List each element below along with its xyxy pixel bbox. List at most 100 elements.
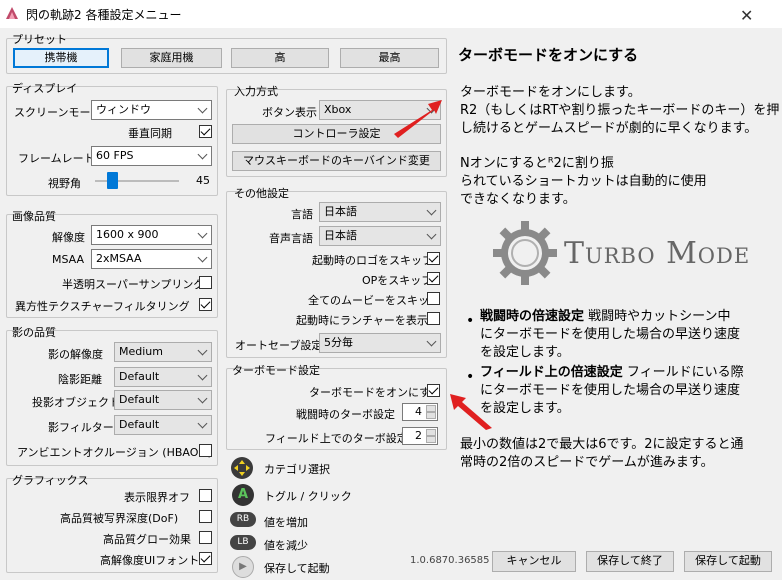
help-p2-line1: Nオンにするとᴿ2に割り振 <box>460 156 614 171</box>
help-heading-wrap: ターボモードをオンにする <box>458 44 638 65</box>
supersampling-checkbox[interactable] <box>199 276 212 289</box>
chevron-down-icon <box>197 228 208 239</box>
help-paragraph-3: 最小の数値は2で最大は6です。2に設定すると通 常時の2倍のスピードでゲームが進… <box>460 436 744 472</box>
save-launch-button[interactable]: 保存して起動 <box>684 551 772 572</box>
version-text: 1.0.6870.36585 <box>410 555 490 566</box>
draw-distance-checkbox[interactable] <box>199 489 212 502</box>
help-heading: ターボモードをオンにする <box>458 46 639 64</box>
screen-mode-select[interactable]: ウィンドウ <box>91 100 212 120</box>
dpad-arrows-icon <box>234 460 250 476</box>
resolution-select[interactable]: 1600 x 900 <box>91 225 212 245</box>
fov-label: 視野角 <box>48 177 81 190</box>
other-title: その他設定 <box>234 187 289 200</box>
keybind-button[interactable]: マウスキーボードのキーバインド変更 <box>232 151 441 171</box>
preset-handheld-button[interactable]: 携帯機 <box>13 48 109 68</box>
image-quality-title: 画像品質 <box>12 210 56 223</box>
voice-language-label: 音声言語 <box>269 232 313 245</box>
fov-slider-thumb[interactable] <box>107 172 118 189</box>
start-button-icon: ▶ <box>232 556 254 578</box>
vsync-checkbox[interactable] <box>199 125 212 138</box>
shadow-distance-label: 陰影距離 <box>58 373 102 386</box>
hires-ui-checkbox[interactable] <box>199 552 212 565</box>
chevron-down-icon <box>197 370 208 381</box>
skip-movies-label: 全てのムービーをスキップ <box>308 294 440 307</box>
show-launcher-label: 起動時にランチャーを表示 <box>296 314 428 327</box>
stepper-down-icon[interactable] <box>426 412 436 419</box>
ao-checkbox[interactable] <box>199 444 212 457</box>
supersampling-label: 半透明スーパーサンプリング <box>62 278 205 291</box>
skip-logos-label: 起動時のロゴをスキップ <box>312 254 433 267</box>
msaa-select[interactable]: 2xMSAA <box>91 249 212 269</box>
help-p3-line1: 最小の数値は2で最大は6です。2に設定すると通 <box>460 437 744 452</box>
hires-ui-label: 高解像度UIフォント <box>100 554 200 567</box>
help-b2-line3: を設定します。 <box>480 401 570 416</box>
chevron-down-icon <box>197 149 208 160</box>
skip-movies-checkbox[interactable] <box>427 292 440 305</box>
autosave-select[interactable]: 5分毎 <box>319 333 441 353</box>
stepper-up-icon[interactable] <box>426 429 436 436</box>
stepper-down-icon[interactable] <box>426 436 436 443</box>
battle-turbo-stepper[interactable]: 4 <box>402 403 438 421</box>
dof-checkbox[interactable] <box>199 510 212 523</box>
turbo-enable-checkbox[interactable] <box>427 384 440 397</box>
screen-mode-label: スクリーンモード <box>14 106 102 119</box>
battle-turbo-label: 戦闘時のターボ設定 <box>296 408 395 421</box>
msaa-label: MSAA <box>52 253 85 266</box>
help-p1-line2: R2（もしくはRTや割り振ったキーボードのキー）を押 <box>460 103 780 118</box>
glow-checkbox[interactable] <box>199 531 212 544</box>
turbo-enable-label: ターボモードをオンにする <box>309 386 442 399</box>
autosave-label: オートセーブ設定 <box>235 339 323 352</box>
app-icon <box>6 7 18 19</box>
help-paragraph-2: Nオンにするとᴿ2に割り振 られているショートカットは自動的に使用 できなくなり… <box>460 155 707 209</box>
help-p1-line3: し続けるとゲームスピードが劇的に早くなります。 <box>460 121 758 136</box>
preset-max-button[interactable]: 最高 <box>340 48 439 68</box>
legend-category-text: カテゴリ選択 <box>264 463 330 476</box>
skip-logos-checkbox[interactable] <box>427 252 440 265</box>
help-b1-line2: にターボモードを使用した場合の早送り速度 <box>480 327 741 342</box>
stepper-up-icon[interactable] <box>426 405 436 412</box>
draw-distance-label: 表示限界オフ <box>124 491 190 504</box>
preset-high-button[interactable]: 高 <box>231 48 329 68</box>
chevron-down-icon <box>197 418 208 429</box>
save-exit-button[interactable]: 保存して終了 <box>586 551 674 572</box>
cancel-button[interactable]: キャンセル <box>492 551 576 572</box>
chevron-down-icon <box>197 103 208 114</box>
display-title: ディスプレイ <box>12 82 78 95</box>
chevron-down-icon <box>426 205 437 216</box>
chevron-down-icon <box>197 345 208 356</box>
shadow-objects-select[interactable]: Default <box>114 390 212 410</box>
voice-language-select[interactable]: 日本語 <box>319 226 441 246</box>
legend-decrease-text: 値を減少 <box>264 539 308 552</box>
field-turbo-stepper[interactable]: 2 <box>402 427 438 445</box>
framerate-label: フレームレート <box>18 152 95 165</box>
shadow-distance-select[interactable]: Default <box>114 367 212 387</box>
help-paragraph-1: ターボモードをオンにします。 R2（もしくはRTや割り振ったキーボードのキー）を… <box>460 84 779 138</box>
help-bullet-2: フィールド上の倍速設定 フィールドにいる際 にターボモードを使用した場合の早送り… <box>480 364 744 418</box>
shadow-resolution-select[interactable]: Medium <box>114 342 212 362</box>
framerate-select[interactable]: 60 FPS <box>91 146 212 166</box>
graphics-title: グラフィックス <box>12 474 89 487</box>
help-b2-line2: にターボモードを使用した場合の早送り速度 <box>480 383 741 398</box>
title-bar: 閃の軌跡2 各種設定メニュー ✕ <box>0 0 782 28</box>
button-display-label: ボタン表示 <box>262 106 317 119</box>
turbo-mode-logo-text: Turbo Mode <box>564 236 751 271</box>
help-p1-line1: ターボモードをオンにします。 <box>460 85 641 100</box>
ao-label: アンビエントオクルージョン (HBAO+) <box>17 446 212 459</box>
preset-console-button[interactable]: 家庭用機 <box>121 48 222 68</box>
preset-title: プリセット <box>12 33 67 46</box>
window-title: 閃の軌跡2 各種設定メニュー <box>26 8 182 22</box>
turbo-title: ターボモード設定 <box>232 364 320 377</box>
shadow-quality-title: 影の品質 <box>12 326 56 339</box>
dof-label: 高品質被写界深度(DoF) <box>60 512 179 525</box>
language-select[interactable]: 日本語 <box>319 202 441 222</box>
skip-op-checkbox[interactable] <box>427 272 440 285</box>
shadow-filter-select[interactable]: Default <box>114 415 212 435</box>
skip-op-label: OPをスキップ <box>362 274 433 287</box>
field-turbo-label: フィールド上でのターボ設定 <box>265 432 408 445</box>
legend-increase-text: 値を増加 <box>264 516 308 529</box>
show-launcher-checkbox[interactable] <box>427 312 440 325</box>
close-icon[interactable]: ✕ <box>740 6 753 25</box>
legend-toggle-text: トグル / クリック <box>264 490 352 503</box>
aniso-checkbox[interactable] <box>199 298 212 311</box>
help-p2-line3: できなくなります。 <box>460 192 576 207</box>
